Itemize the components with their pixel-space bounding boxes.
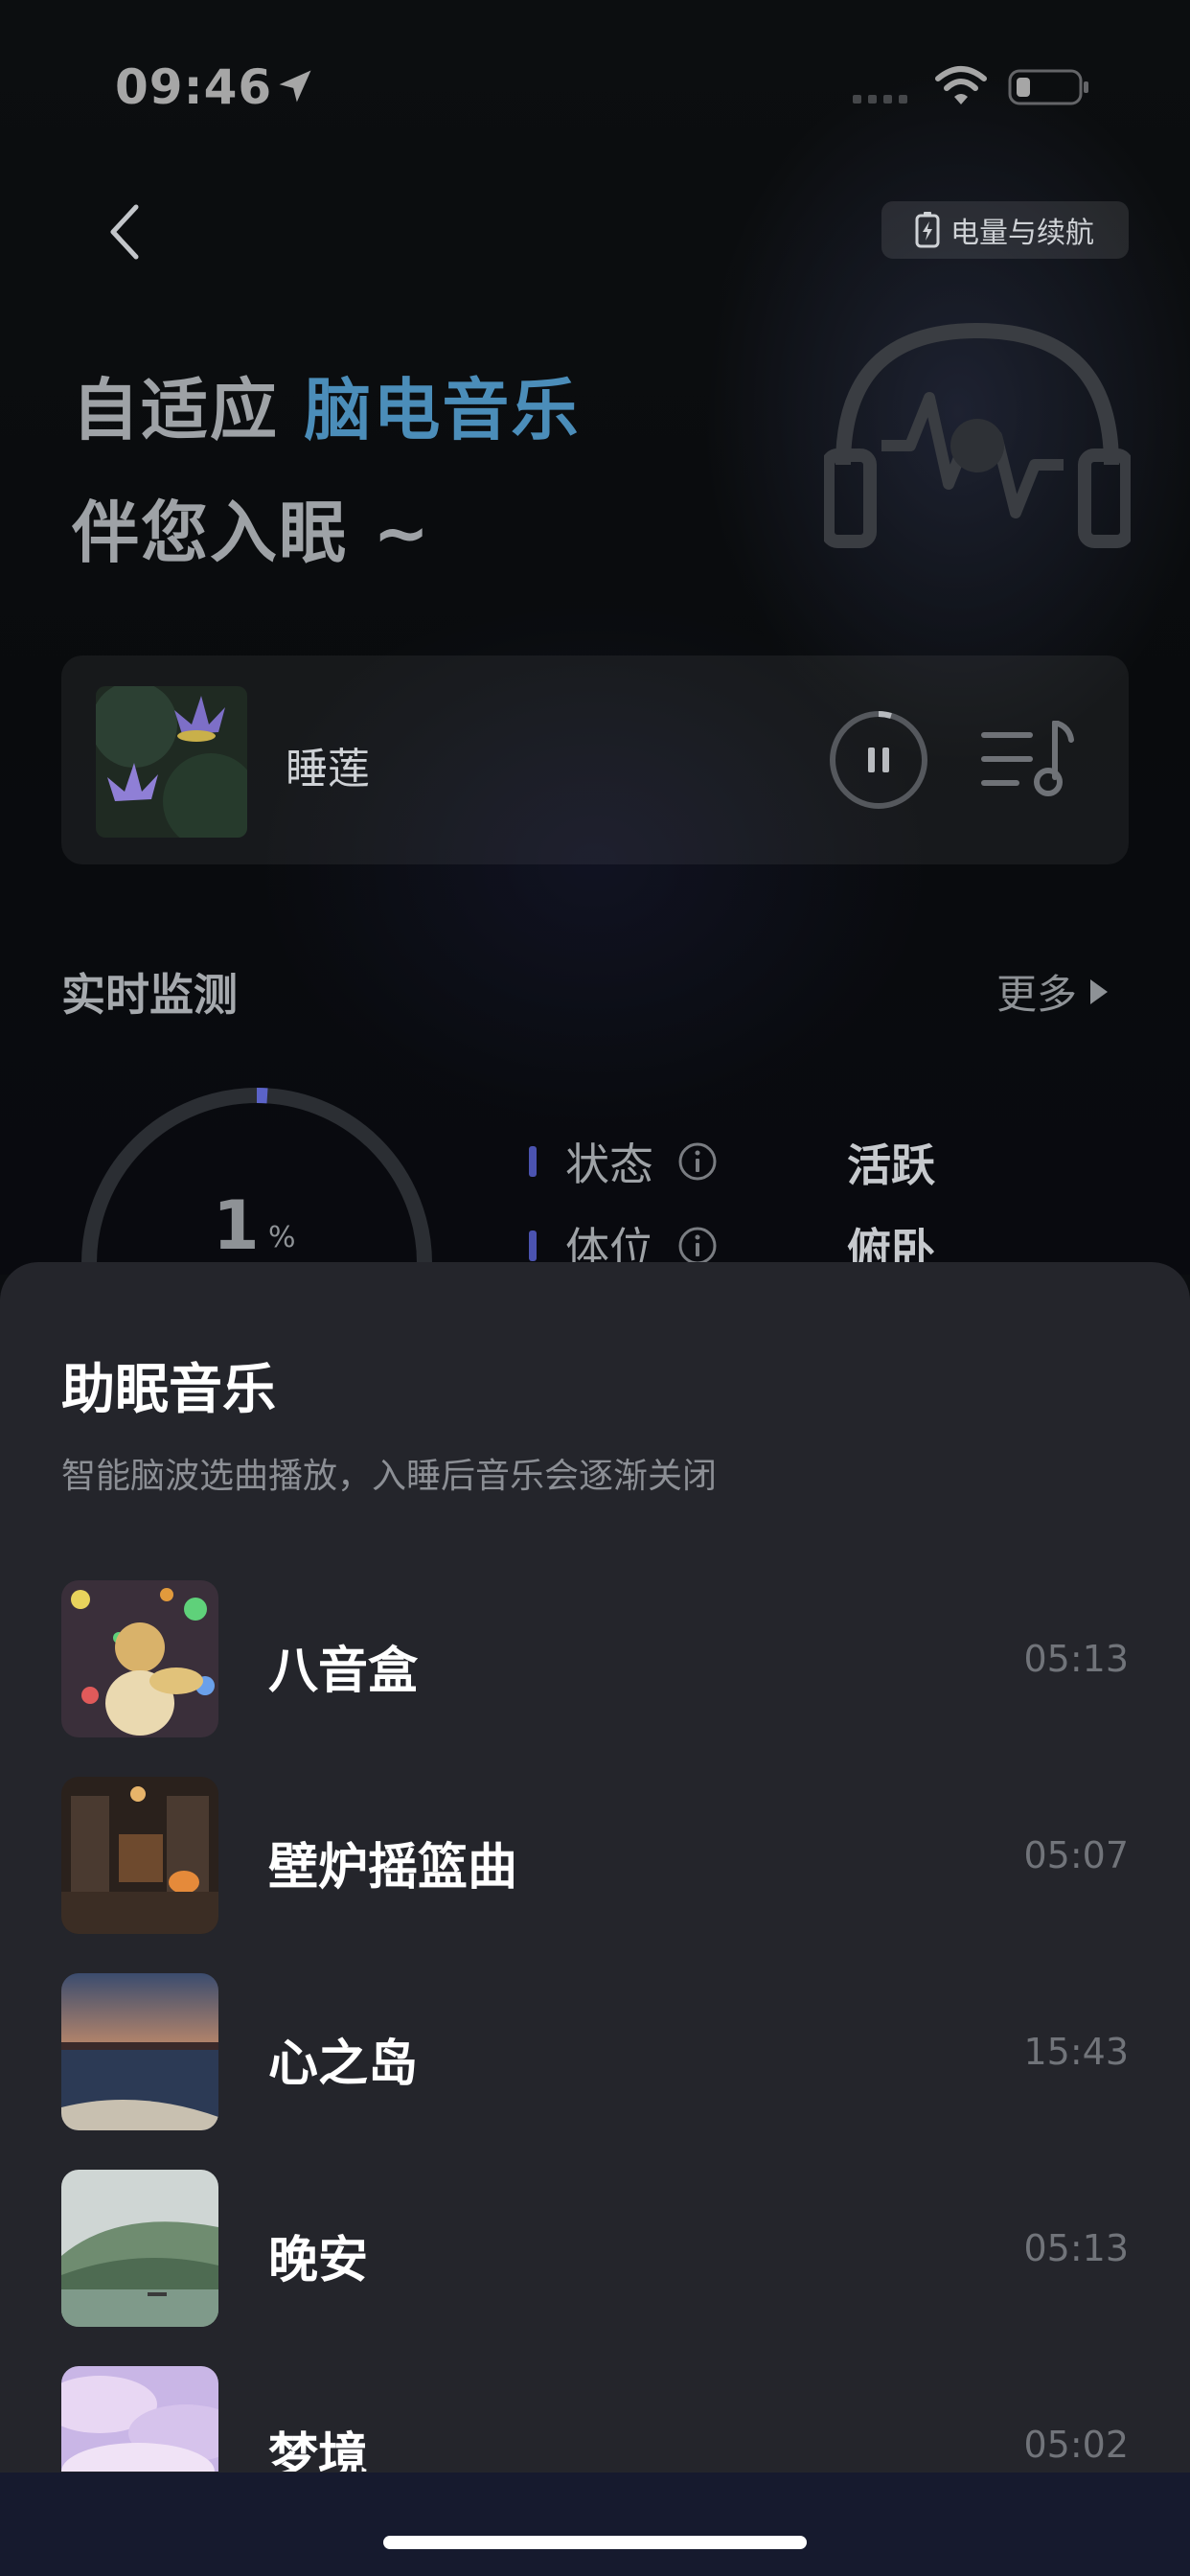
track-thumbnail bbox=[61, 2170, 218, 2327]
now-playing-cover bbox=[96, 686, 247, 838]
stat-marker bbox=[529, 1146, 537, 1177]
track-thumbnail bbox=[61, 1777, 218, 1934]
headline-part1: 自适应 bbox=[72, 371, 279, 449]
track-duration: 05:07 bbox=[1023, 1834, 1129, 1876]
track-item[interactable]: 壁炉摇篮曲 05:07 bbox=[61, 1777, 1129, 1934]
back-icon[interactable] bbox=[105, 201, 144, 263]
headline-line2: 伴您入眠 ~ bbox=[72, 494, 432, 572]
battery-life-button[interactable]: 电量与续航 bbox=[881, 201, 1129, 259]
track-thumbnail bbox=[61, 1973, 218, 2130]
track-duration: 05:02 bbox=[1023, 2424, 1129, 2466]
now-playing-card[interactable]: 睡莲 bbox=[61, 656, 1129, 864]
stat-value-status: 活跃 bbox=[847, 1139, 935, 1191]
more-link[interactable]: 更多 bbox=[996, 962, 1110, 1021]
track-item[interactable]: 晚安 05:13 bbox=[61, 2170, 1129, 2327]
headphone-illustration-icon bbox=[824, 322, 1131, 548]
now-playing-title: 睡莲 bbox=[286, 745, 370, 794]
play-arrow-icon bbox=[1090, 978, 1109, 1004]
sleep-music-sheet: 助眠音乐 智能脑波选曲播放，入睡后音乐会逐渐关闭 八音盒 05:13 壁炉摇篮曲… bbox=[0, 1262, 1190, 2576]
track-thumbnail bbox=[61, 2366, 218, 2472]
track-title: 心之岛 bbox=[268, 2036, 419, 2093]
stat-row-status: 状态 bbox=[529, 1133, 719, 1190]
gauge-unit: % bbox=[268, 1221, 296, 1254]
battery-charge-icon bbox=[915, 212, 940, 248]
pause-button[interactable] bbox=[828, 709, 929, 811]
sheet-subtitle: 智能脑波选曲播放，入睡后音乐会逐渐关闭 bbox=[61, 1457, 718, 1496]
track-duration: 05:13 bbox=[1023, 2227, 1129, 2269]
track-duration: 15:43 bbox=[1023, 2031, 1129, 2073]
headline-line1: 自适应 脑电音乐 bbox=[72, 356, 580, 453]
gauge-value: 1 bbox=[213, 1186, 260, 1265]
headline-accent: 脑电音乐 bbox=[304, 371, 581, 449]
stat-marker bbox=[529, 1230, 537, 1261]
monitoring-title: 实时监测 bbox=[61, 969, 238, 1021]
track-title: 晚安 bbox=[268, 2232, 369, 2289]
home-indicator-area bbox=[0, 2472, 1190, 2576]
track-item[interactable]: 心之岛 15:43 bbox=[61, 1973, 1129, 2130]
track-item[interactable]: 八音盒 05:13 bbox=[61, 1580, 1129, 1737]
track-item[interactable]: 梦境 05:02 bbox=[61, 2366, 1129, 2472]
home-indicator[interactable] bbox=[383, 2536, 807, 2549]
track-title: 梦境 bbox=[268, 2428, 369, 2472]
battery-life-label: 电量与续航 bbox=[950, 217, 1094, 250]
track-title: 壁炉摇篮曲 bbox=[268, 1839, 518, 1897]
stat-label-status: 状态 bbox=[565, 1138, 653, 1190]
track-duration: 05:13 bbox=[1023, 1638, 1129, 1680]
info-icon[interactable] bbox=[676, 1140, 719, 1183]
playlist-icon[interactable] bbox=[981, 721, 1077, 797]
info-icon[interactable] bbox=[676, 1225, 719, 1267]
track-thumbnail bbox=[61, 1580, 218, 1737]
sheet-title: 助眠音乐 bbox=[61, 1359, 276, 1421]
more-label: 更多 bbox=[996, 971, 1078, 1018]
track-title: 八音盒 bbox=[268, 1643, 419, 1700]
